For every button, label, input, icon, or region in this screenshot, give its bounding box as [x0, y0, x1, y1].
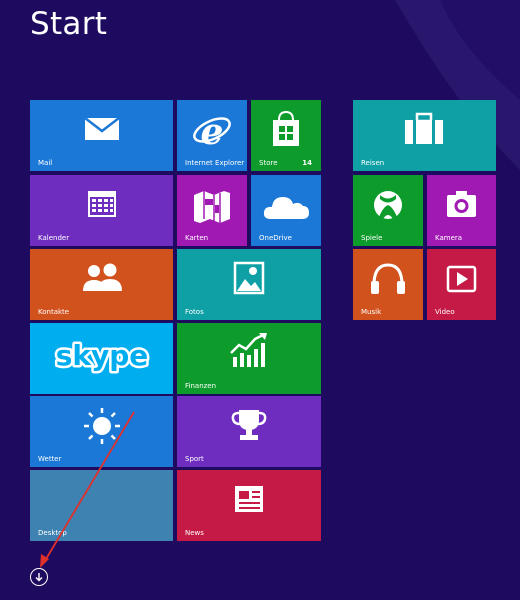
tile-kontakte[interactable]: Kontakte — [30, 249, 173, 320]
all-apps-button[interactable] — [30, 568, 48, 586]
tile-spiele[interactable]: Spiele — [353, 175, 423, 246]
tile-internet-explorer[interactable]: e Internet Explorer — [177, 100, 247, 171]
tile-mail[interactable]: Mail — [30, 100, 173, 171]
tile-skype[interactable]: skype skype — [30, 323, 173, 394]
tile-sport[interactable]: Sport — [177, 396, 321, 467]
tile-label: Video — [435, 308, 455, 316]
tile-label: Desktop — [38, 529, 67, 537]
tile-label: Internet Explorer — [185, 159, 245, 167]
tile-label: Wetter — [38, 455, 62, 463]
tile-kalender[interactable]: Kalender — [30, 175, 173, 246]
tile-finanzen[interactable]: Finanzen — [177, 323, 321, 394]
tile-wetter[interactable]: Wetter — [30, 396, 173, 467]
tile-label: Finanzen — [185, 382, 217, 390]
tile-fotos[interactable]: Fotos — [177, 249, 321, 320]
tile-label: Spiele — [361, 234, 383, 242]
tile-desktop[interactable]: Desktop — [30, 470, 173, 541]
update-count-badge: 14 — [302, 159, 312, 167]
tile-label: Kontakte — [38, 308, 70, 316]
tile-store[interactable]: Store 14 — [251, 100, 321, 171]
tile-kamera[interactable]: Kamera — [427, 175, 496, 246]
tile-news[interactable]: News — [177, 470, 321, 541]
skype-logo-icon: skype skype — [53, 337, 151, 375]
down-arrow-circle-icon — [35, 573, 43, 582]
tile-onedrive[interactable]: OneDrive — [251, 175, 321, 246]
tile-musik[interactable]: Musik — [353, 249, 423, 320]
tile-video[interactable]: Video — [427, 249, 496, 320]
tile-label: Reisen — [361, 159, 385, 167]
tile-label: Store — [259, 159, 278, 167]
page-title: Start — [30, 6, 108, 42]
tile-label: Fotos — [185, 308, 204, 316]
tile-reisen[interactable]: Reisen — [353, 100, 496, 171]
tile-label: Musik — [361, 308, 382, 316]
tile-label: Sport — [185, 455, 204, 463]
tile-karten[interactable]: Karten — [177, 175, 247, 246]
svg-text:skype: skype — [56, 339, 149, 372]
tile-label: OneDrive — [259, 234, 292, 242]
tile-label: News — [185, 529, 204, 537]
tile-label: Kamera — [435, 234, 463, 242]
svg-text:e: e — [201, 111, 224, 153]
tile-label: Kalender — [38, 234, 70, 242]
tile-label: Mail — [38, 159, 53, 167]
tile-label: Karten — [185, 234, 209, 242]
